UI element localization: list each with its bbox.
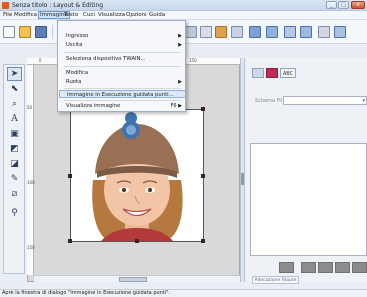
text-tool-icon[interactable]: A <box>7 112 22 126</box>
thread-icon[interactable] <box>266 26 278 38</box>
submenu-arrow-icon: ▶ <box>178 33 182 39</box>
menu-item-visualizza-immagine[interactable]: Visualizza immagine F6 ▶ <box>59 102 186 110</box>
thread-chart-label: Schema Fil <box>255 98 282 104</box>
portrait-photo <box>92 112 183 241</box>
layout-icon[interactable] <box>249 26 261 38</box>
stitch-icon[interactable]: ✎ <box>7 172 22 186</box>
resize-handle[interactable] <box>201 107 205 111</box>
open-icon[interactable] <box>19 26 31 38</box>
font-icon[interactable] <box>231 26 243 38</box>
menu-item-label: Immagine in Esecuzione guidata punti... <box>67 92 174 98</box>
status-bar: Apre la finestra di dialogo "Immagine in… <box>0 289 367 297</box>
menu-opzioni[interactable]: Opzioni <box>126 12 147 18</box>
thread-allocation-button[interactable]: Allocazione Filaure <box>252 276 299 284</box>
save-icon[interactable] <box>35 26 47 38</box>
menu-modifica[interactable]: Modifica <box>14 12 37 18</box>
menu-item-seleziona-twain[interactable]: Seleziona dispositivo TWAIN... <box>59 55 186 63</box>
menu-item-label: Ruota <box>66 79 82 85</box>
menu-bar: File Modifica Immagine Testo Cuci Visual… <box>0 11 367 20</box>
ruler-label: 100 <box>27 180 35 185</box>
ruler-label: 0 <box>39 58 42 63</box>
menu-item-label: Modifica <box>66 70 89 76</box>
resize-handle[interactable] <box>68 239 72 243</box>
submenu-arrow-icon: ▶ <box>178 79 182 85</box>
resize-handle[interactable] <box>68 174 72 178</box>
properties-box <box>250 143 367 256</box>
ruler-label: 150 <box>189 58 197 63</box>
app-icon <box>2 2 9 9</box>
scrollbar-thumb[interactable] <box>119 277 147 282</box>
vertical-ruler: 50 100 150 <box>27 65 35 275</box>
menu-separator <box>64 52 181 53</box>
title-bar: Senza titolo : Layout & Editing _ □ × <box>0 0 367 11</box>
menu-item-label: Uscita <box>66 42 83 48</box>
resize-handle[interactable] <box>135 239 139 243</box>
status-text: Apre la finestra di dialogo "Immagine in… <box>2 290 171 296</box>
resize-handle[interactable] <box>201 239 205 243</box>
menu-accelerator: F6 ▶ <box>170 103 183 109</box>
toolbar-separator <box>52 25 53 39</box>
minimize-button[interactable]: _ <box>326 1 337 9</box>
tab-text[interactable]: ABC <box>280 68 296 78</box>
chevron-down-icon: ▾ <box>362 98 365 104</box>
frame-icon[interactable] <box>318 26 330 38</box>
panel-button[interactable] <box>301 262 316 273</box>
menu-item-ingresso[interactable]: Ingresso ▶ <box>59 32 186 40</box>
wizard-icon[interactable] <box>185 26 197 38</box>
menu-item-immagine-esecuzione-guidata[interactable]: Immagine in Esecuzione guidata punti... <box>59 90 186 98</box>
menu-item-uscita[interactable]: Uscita ▶ <box>59 41 186 49</box>
close-button[interactable]: × <box>351 1 365 9</box>
new-icon[interactable] <box>3 26 15 38</box>
select-arrow-icon[interactable]: ➤ <box>7 67 22 81</box>
image-menu-dropdown: Ingresso ▶ Uscita ▶ Seleziona dispositiv… <box>57 20 186 112</box>
menu-item-label: Ingresso <box>66 33 89 39</box>
maximize-icon: □ <box>341 2 346 8</box>
close-icon: × <box>355 2 361 8</box>
menu-file[interactable]: File <box>3 12 12 18</box>
panel-button[interactable] <box>352 262 367 273</box>
tab-properties[interactable] <box>252 68 264 78</box>
tool-palette: ➤ ⬉ ⌕ A ▣ ◩ ◪ ✎ ⧄ ⚲ <box>3 64 25 274</box>
print-icon[interactable] <box>334 26 346 38</box>
menu-item-modifica[interactable]: Modifica <box>59 69 186 77</box>
settings-icon[interactable] <box>200 26 212 38</box>
menu-guida[interactable]: Guida <box>149 12 165 18</box>
minimize-icon: _ <box>330 2 333 8</box>
panel-button[interactable] <box>335 262 350 273</box>
zoom-icon[interactable]: ⌕ <box>7 97 22 111</box>
menu-separator <box>64 88 181 89</box>
menu-item-label: Seleziona dispositivo TWAIN... <box>66 56 146 62</box>
horizontal-scrollbar[interactable] <box>34 275 240 282</box>
menu-testo[interactable]: Testo <box>64 12 78 18</box>
resize-handle[interactable] <box>201 174 205 178</box>
fill-icon[interactable]: ◪ <box>7 157 22 171</box>
stitch-icon[interactable] <box>300 26 312 38</box>
panel-button[interactable] <box>318 262 333 273</box>
maximize-button[interactable]: □ <box>338 1 349 9</box>
submenu-arrow-icon: ▶ <box>178 42 182 48</box>
line-icon[interactable]: ◩ <box>7 142 22 156</box>
tab-color[interactable] <box>266 68 278 78</box>
sewing-icon[interactable]: ⚲ <box>7 206 22 220</box>
image-canvas[interactable] <box>68 107 205 243</box>
magic-wand-icon[interactable] <box>215 26 227 38</box>
point-edit-icon[interactable]: ⬉ <box>7 82 22 96</box>
menu-item-label: Visualizza immagine <box>66 103 121 109</box>
menu-item-ruota[interactable]: Ruota ▶ <box>59 78 186 86</box>
measure-icon[interactable]: ⧄ <box>7 187 22 201</box>
menu-separator <box>64 100 181 101</box>
panel-button[interactable] <box>279 262 294 273</box>
menu-visualizza[interactable]: Visualizza <box>98 12 125 18</box>
ruler-label: 150 <box>27 245 35 250</box>
splitter-grip[interactable] <box>241 173 244 185</box>
thread-chart-select[interactable]: ▾ <box>283 96 367 105</box>
menu-cuci[interactable]: Cuci <box>83 12 95 18</box>
design-icon[interactable] <box>284 26 296 38</box>
menu-separator <box>64 66 181 67</box>
window-title: Senza titolo : Layout & Editing <box>12 2 104 9</box>
ruler-label: 50 <box>27 105 33 110</box>
shape-icon[interactable]: ▣ <box>7 127 22 141</box>
